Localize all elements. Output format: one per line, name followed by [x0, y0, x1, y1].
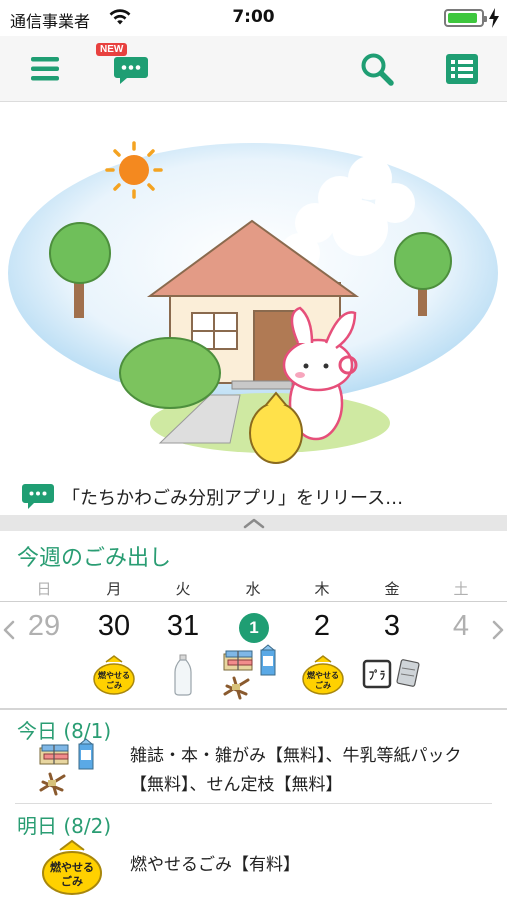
weekday-label: 月: [106, 580, 122, 598]
date-cell[interactable]: 2: [292, 610, 352, 643]
app-toolbar: [0, 36, 507, 102]
bag-text: ごみ: [315, 680, 331, 690]
bag-text: ごみ: [106, 680, 122, 690]
chevron-up-icon: [243, 518, 265, 529]
weekday-header: 日 月 火 水 木 金 土: [0, 576, 507, 600]
weekday-label: 日: [36, 580, 52, 598]
list-button[interactable]: [439, 46, 485, 92]
status-time: 7:00: [232, 7, 275, 27]
pruned-branch-icon: [223, 676, 250, 700]
tomorrow-title: 明日 (8/2): [17, 814, 112, 838]
weekday-label: 金: [384, 580, 400, 598]
battery-icon: [444, 9, 487, 27]
weekday-label: 土: [453, 580, 469, 598]
today-title: 今日 (8/1): [17, 719, 112, 743]
pruned-branch-icon: [39, 772, 66, 796]
plastic-mark-text: ﾌﾟﾗ: [369, 668, 386, 682]
news-text[interactable]: 「たちかわごみ分別アプリ」をリリース…: [62, 484, 403, 510]
pet-bottle-icon: [174, 654, 192, 696]
bag-text: 燃やせる: [98, 670, 130, 680]
date-cell[interactable]: 3: [362, 610, 422, 643]
charging-icon: [489, 8, 499, 28]
weekday-label: 水: [245, 580, 261, 598]
divider: [15, 803, 492, 804]
new-badge: NEW: [96, 43, 128, 56]
search-button[interactable]: [354, 46, 400, 92]
date-cell[interactable]: 4: [431, 610, 491, 643]
week-title: 今週のごみ出し: [17, 546, 172, 571]
bag-text: 燃やせる: [307, 670, 339, 680]
paper-bundle-icon: [223, 650, 253, 671]
burnable-bag-icon: 燃やせる ごみ: [42, 839, 102, 895]
menu-button[interactable]: [22, 46, 68, 92]
plastic-mark-icon: ﾌﾟﾗ: [362, 659, 392, 689]
week-garbage-icons: 燃やせる ごみ 燃やせる ごみ ﾌﾟﾗ: [0, 644, 507, 708]
bag-text: ごみ: [61, 874, 83, 888]
home-illustration: [0, 103, 507, 477]
burnable-bag-icon: 燃やせる ごみ: [93, 655, 135, 695]
bag-text: 燃やせる: [49, 860, 94, 874]
today-detail-text: 雑誌・本・雑がみ【無料】、牛乳等紙パック【無料】、せん定枝【無料】: [130, 746, 462, 795]
weekday-label: 木: [314, 580, 330, 598]
weekday-label: 火: [175, 580, 191, 598]
can-icon: [396, 659, 420, 687]
tomorrow-detail-text: 燃やせるごみ【有料】: [130, 855, 300, 875]
date-cell[interactable]: 30: [84, 610, 144, 643]
collapse-handle[interactable]: [0, 515, 507, 531]
list-icon: [446, 54, 478, 84]
menu-icon: [31, 57, 59, 81]
divider: [0, 708, 507, 710]
milk-carton-icon: [78, 738, 94, 770]
today-date-cell[interactable]: 1: [239, 613, 269, 643]
divider: [0, 601, 507, 602]
status-bar: 通信事業者 7:00: [0, 0, 507, 36]
date-cell[interactable]: 29: [14, 610, 74, 643]
milk-carton-icon: [260, 644, 276, 676]
news-chat-icon: [22, 484, 54, 509]
date-cell[interactable]: 31: [153, 610, 213, 643]
burnable-bag-icon: 燃やせる ごみ: [302, 655, 344, 695]
search-icon: [361, 53, 394, 86]
news-chat-icon: [114, 57, 148, 84]
paper-bundle-icon: [39, 744, 69, 765]
news-ticker[interactable]: 「たちかわごみ分別アプリ」をリリース…: [0, 477, 507, 515]
